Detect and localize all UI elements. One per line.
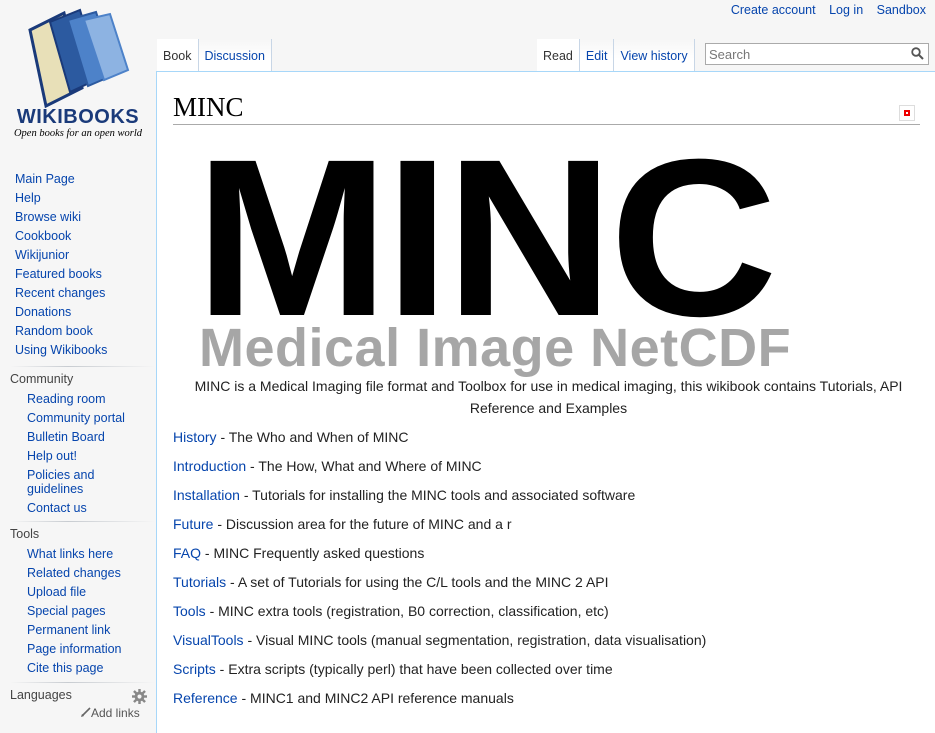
chapter-link-visualtools[interactable]: VisualTools [173, 632, 244, 648]
tab-discussion-label: Discussion [204, 49, 265, 63]
chapter-link-tools[interactable]: Tools [173, 603, 206, 619]
sidebar-item-permanent-link[interactable]: Permanent link [0, 621, 156, 640]
book-description: MINC is a Medical Imaging file format an… [194, 378, 903, 416]
sandbox-link[interactable]: Sandbox [877, 3, 926, 17]
tab-book-label: Book [163, 49, 192, 63]
add-links-button[interactable]: Add links [81, 706, 140, 720]
sidebar-item-help-out[interactable]: Help out! [0, 447, 156, 466]
chapter-description: - Visual MINC tools (manual segmentation… [243, 632, 707, 648]
list-item: History - The Who and When of MINC [173, 426, 706, 455]
status-icon[interactable] [899, 105, 915, 121]
sidebar-item-donations[interactable]: Donations [0, 303, 156, 322]
view-tabs: Read Edit View history [537, 39, 695, 72]
logo-wordmark: WIKIBOOKS [16, 106, 140, 128]
list-item: Future - Discussion area for the future … [173, 513, 706, 542]
sidebar-item-help[interactable]: Help [0, 189, 156, 208]
personal-tools: Create account Log in Sandbox [721, 3, 926, 17]
languages-divider [10, 682, 155, 683]
chapter-link-introduction[interactable]: Introduction [173, 458, 246, 474]
community-menu: Reading room Community portal Bulletin B… [0, 390, 156, 518]
list-item: Introduction - The How, What and Where o… [173, 455, 706, 484]
sidebar-item-community-portal[interactable]: Community portal [0, 409, 156, 428]
search-box [705, 43, 929, 65]
sidebar-item-upload-file[interactable]: Upload file [0, 583, 156, 602]
tools-menu: What links here Related changes Upload f… [0, 545, 156, 678]
sidebar-item-using-wikibooks[interactable]: Using Wikibooks [0, 341, 156, 360]
list-item: FAQ - MINC Frequently asked questions [173, 542, 706, 571]
sidebar-item-special-pages[interactable]: Special pages [0, 602, 156, 621]
tools-heading: Tools [10, 527, 40, 541]
content-area: MINC MINC Medical Image NetCDF MINC is a… [156, 71, 935, 733]
chapter-link-future[interactable]: Future [173, 516, 213, 532]
chapter-link-faq[interactable]: FAQ [173, 545, 201, 561]
sidebar-item-cookbook[interactable]: Cookbook [0, 227, 156, 246]
pencil-icon [81, 707, 91, 717]
tab-book[interactable]: Book [157, 39, 199, 72]
sidebar-item-random-book[interactable]: Random book [0, 322, 156, 341]
sidebar-item-recent-changes[interactable]: Recent changes [0, 284, 156, 303]
search-input[interactable] [709, 45, 899, 63]
create-account-link[interactable]: Create account [731, 3, 816, 17]
sidebar-item-cite-this-page[interactable]: Cite this page [0, 659, 156, 678]
chapter-description: - The Who and When of MINC [216, 429, 409, 445]
sidebar-item-wikijunior[interactable]: Wikijunior [0, 246, 156, 265]
log-in-link[interactable]: Log in [829, 3, 863, 17]
tab-view-history[interactable]: View history [614, 39, 695, 72]
gear-icon[interactable] [132, 689, 147, 704]
sidebar-item-browse-wiki[interactable]: Browse wiki [0, 208, 156, 227]
tab-view-history-label: View history [620, 49, 688, 63]
chapter-description: - A set of Tutorials for using the C/L t… [226, 574, 609, 590]
tab-edit-label: Edit [585, 49, 608, 63]
site-logo[interactable]: WIKIBOOKS Open books for an open world [0, 0, 156, 150]
tools-divider [10, 521, 155, 522]
list-item: Tools - MINC extra tools (registration, … [173, 600, 706, 629]
chapter-description: - MINC extra tools (registration, B0 cor… [205, 603, 609, 619]
sidebar-item-contact-us[interactable]: Contact us [0, 499, 156, 518]
logo-tagline: Open books for an open world [13, 128, 143, 139]
sidebar-item-main-page[interactable]: Main Page [0, 170, 156, 189]
chapter-list: History - The Who and When of MINC Intro… [173, 426, 706, 716]
chapter-description: - Tutorials for installing the MINC tool… [239, 487, 636, 503]
sidebar-item-what-links-here[interactable]: What links here [0, 545, 156, 564]
tab-discussion[interactable]: Discussion [198, 39, 272, 72]
chapter-description: - MINC Frequently asked questions [201, 545, 425, 561]
sidebar-item-featured-books[interactable]: Featured books [0, 265, 156, 284]
chapter-description: - Discussion area for the future of MINC… [213, 516, 512, 532]
chapter-description: - MINC1 and MINC2 API reference manuals [237, 690, 514, 706]
sidebar-item-policies[interactable]: Policies and guidelines [0, 466, 127, 499]
tab-read[interactable]: Read [537, 39, 580, 72]
tab-read-label: Read [543, 49, 573, 63]
minc-banner-image: MINC Medical Image NetCDF [195, 126, 899, 375]
search-icon[interactable] [911, 47, 924, 60]
chapter-link-installation[interactable]: Installation [173, 487, 240, 503]
sidebar-item-related-changes[interactable]: Related changes [0, 564, 156, 583]
tab-edit[interactable]: Edit [579, 39, 615, 72]
sidebar-item-reading-room[interactable]: Reading room [0, 390, 156, 409]
list-item: Installation - Tutorials for installing … [173, 484, 706, 513]
sidebar-item-bulletin-board[interactable]: Bulletin Board [0, 428, 156, 447]
list-item: Reference - MINC1 and MINC2 API referenc… [173, 687, 706, 716]
community-heading: Community [10, 372, 74, 386]
sidebar-item-page-information[interactable]: Page information [0, 640, 156, 659]
chapter-description: - The How, What and Where of MINC [246, 458, 482, 474]
list-item: Scripts - Extra scripts (typically perl)… [173, 658, 706, 687]
list-item: VisualTools - Visual MINC tools (manual … [173, 629, 706, 658]
languages-heading: Languages [10, 688, 72, 702]
chapter-link-history[interactable]: History [173, 429, 217, 445]
community-divider [10, 366, 155, 367]
list-item: Tutorials - A set of Tutorials for using… [173, 571, 706, 600]
banner-big-text: MINC [195, 113, 778, 363]
book-logo-icon [28, 8, 130, 108]
chapter-link-reference[interactable]: Reference [173, 690, 238, 706]
chapter-description: - Extra scripts (typically perl) that ha… [215, 661, 613, 677]
add-links-label: Add links [91, 706, 140, 720]
sidebar-navigation: Main Page Help Browse wiki Cookbook Wiki… [0, 170, 156, 360]
chapter-link-tutorials[interactable]: Tutorials [173, 574, 226, 590]
chapter-link-scripts[interactable]: Scripts [173, 661, 216, 677]
namespace-tabs: Book Discussion [157, 39, 272, 72]
